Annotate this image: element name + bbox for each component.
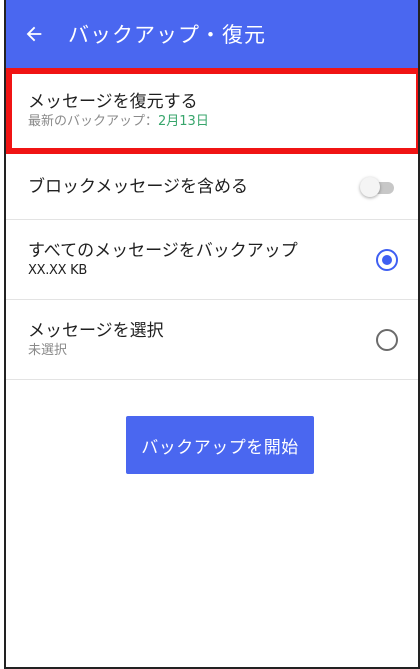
- select-messages-text: メッセージを選択 未選択: [28, 320, 376, 360]
- app-bar: バックアップ・復元: [6, 0, 418, 68]
- backup-all-text: すべてのメッセージをバックアップ XX.XX KB: [28, 240, 376, 280]
- arrow-back-icon: [26, 26, 42, 42]
- latest-backup-label: 最新のバックアップ：: [28, 113, 159, 129]
- back-button[interactable]: [6, 0, 62, 68]
- include-blocked-toggle[interactable]: [360, 176, 398, 198]
- restore-subtitle: 最新のバックアップ：2月13日: [28, 113, 398, 131]
- select-messages-subtitle: 未選択: [28, 342, 68, 358]
- select-messages-item[interactable]: メッセージを選択 未選択: [6, 300, 418, 380]
- select-messages-label: メッセージを選択: [28, 320, 164, 341]
- backup-size: XX.XX KB: [28, 262, 87, 278]
- backup-all-radio[interactable]: [376, 248, 398, 271]
- select-messages-radio[interactable]: [376, 328, 398, 351]
- restore-messages-item[interactable]: メッセージを復元する 最新のバックアップ：2月13日: [6, 68, 418, 154]
- toggle-thumb: [360, 176, 380, 197]
- backup-all-item[interactable]: すべてのメッセージをバックアップ XX.XX KB: [6, 220, 418, 300]
- screen-frame: バックアップ・復元 メッセージを復元する 最新のバックアップ：2月13日 ブロッ…: [4, 0, 420, 669]
- restore-text: メッセージを復元する 最新のバックアップ：2月13日: [28, 91, 398, 131]
- backup-all-label: すべてのメッセージをバックアップ: [28, 240, 298, 261]
- include-blocked-label: ブロックメッセージを含める: [28, 176, 248, 197]
- include-blocked-text: ブロックメッセージを含める: [28, 176, 360, 198]
- start-backup-button[interactable]: バックアップを開始: [126, 416, 314, 474]
- latest-backup-date: 2月13日: [158, 113, 209, 129]
- include-blocked-item[interactable]: ブロックメッセージを含める: [6, 154, 418, 220]
- restore-title: メッセージを復元する: [28, 91, 198, 112]
- page-title: バックアップ・復元: [68, 23, 266, 47]
